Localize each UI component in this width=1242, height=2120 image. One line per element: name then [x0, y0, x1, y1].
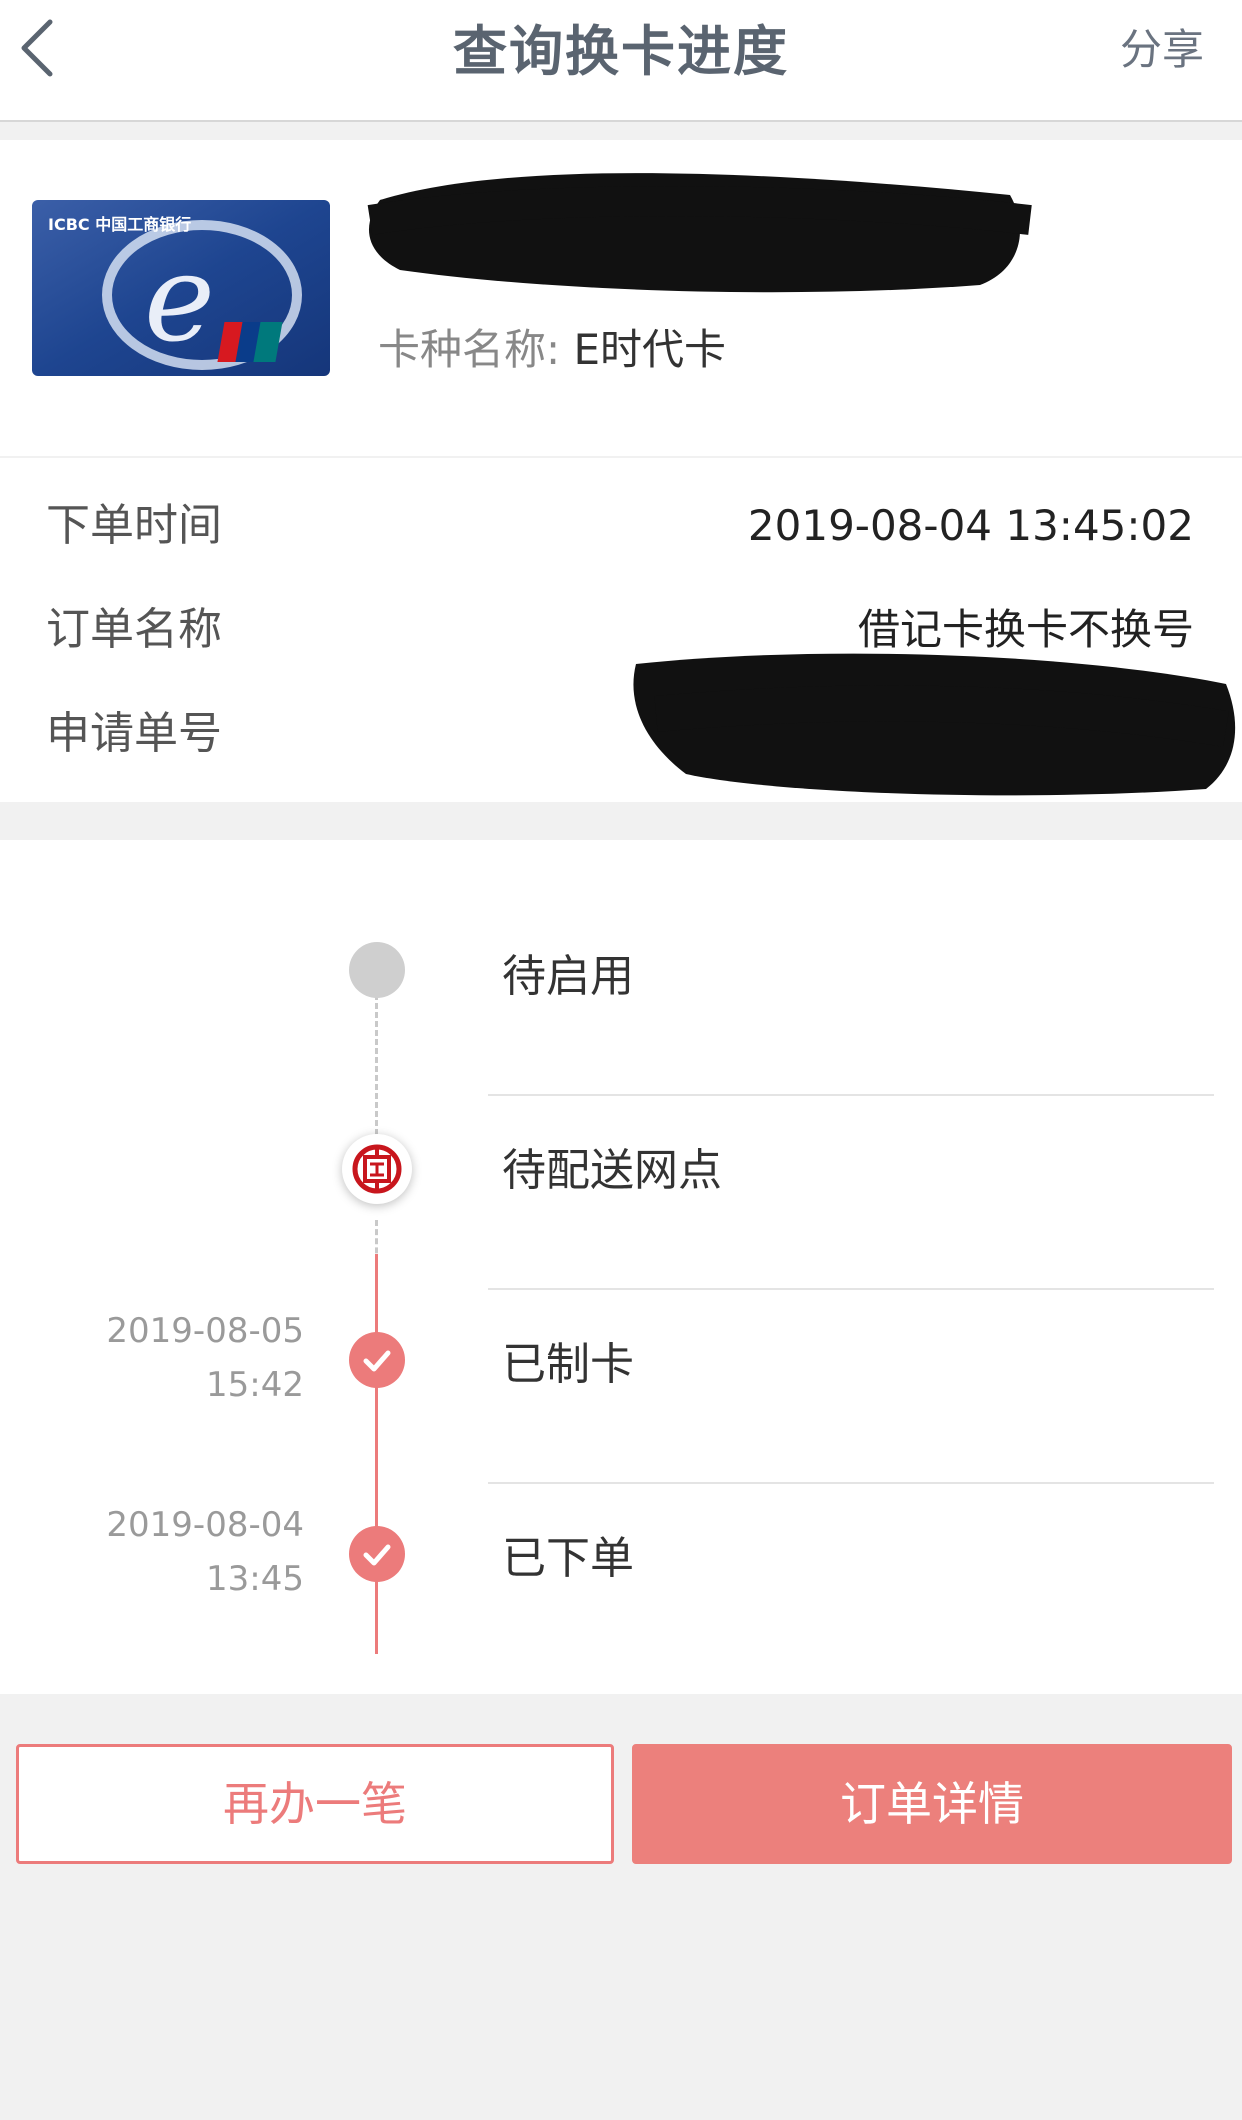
- check-icon: [349, 1526, 405, 1582]
- share-button[interactable]: 分享: [1120, 0, 1204, 100]
- nav-bar: 查询换卡进度 分享: [0, 0, 1242, 122]
- card-type-label: 卡种名称:: [378, 325, 561, 374]
- timeline-step: 待启用: [0, 940, 1242, 1140]
- gray-dot-icon: [349, 942, 405, 998]
- step-label: 待启用: [502, 951, 634, 1002]
- step-label: 已下单: [502, 1533, 634, 1584]
- step-time: 13:45: [206, 1559, 304, 1599]
- order-info: 下单时间 2019-08-04 13:45:02 订单名称 借记卡换卡不换号 申…: [0, 458, 1242, 802]
- step-date: 2019-08-04: [106, 1505, 304, 1545]
- order-name-value: 借记卡换卡不换号: [857, 605, 1194, 654]
- card-info: e ICBC 中国工商银行 卡号: 622202 0200023108802 卡…: [0, 140, 1242, 456]
- step-time: 15:42: [206, 1365, 304, 1405]
- step-label: 已制卡: [502, 1339, 634, 1390]
- application-no-label: 申请单号: [46, 708, 222, 759]
- step-divider: [488, 1288, 1214, 1290]
- order-detail-button[interactable]: 订单详情: [632, 1744, 1232, 1864]
- info-row-order-time: 下单时间 2019-08-04 13:45:02: [0, 486, 1242, 566]
- bank-card-image: e ICBC 中国工商银行: [32, 200, 330, 376]
- card-type-value: E时代卡: [573, 325, 727, 374]
- info-row-order-name: 订单名称 借记卡换卡不换号: [0, 590, 1242, 670]
- icbc-logo-icon: [342, 1134, 412, 1204]
- progress-timeline: 待启用 待配送网点 2019-08-05 15:42 已制卡 2019-08-0…: [0, 840, 1242, 1694]
- step-date: 2019-08-05: [106, 1311, 304, 1351]
- order-name-label: 订单名称: [46, 604, 222, 655]
- order-time-value: 2019-08-04 13:45:02: [747, 501, 1194, 550]
- svg-text:ICBC 中国工商银行: ICBC 中国工商银行: [48, 215, 191, 234]
- card-number-value: 622202 0200023108802: [489, 217, 1011, 266]
- card-number-label: 卡号:: [378, 217, 477, 266]
- card-type: 卡种名称: E时代卡: [378, 316, 726, 377]
- application-no-value: 190804020019780295​68: [659, 709, 1194, 758]
- card-number: 卡号: 622202 0200023108802: [378, 208, 1011, 269]
- svg-text:e: e: [144, 230, 215, 369]
- step-label: 待配送网点: [502, 1145, 722, 1196]
- timeline-step: 2019-08-04 13:45 已下单: [0, 1505, 1242, 1722]
- step-divider: [488, 1482, 1214, 1484]
- check-icon: [349, 1332, 405, 1388]
- info-row-application-no: 申请单号 190804020019780295​68: [0, 694, 1242, 774]
- apply-again-button[interactable]: 再办一笔: [16, 1744, 614, 1864]
- page-title: 查询换卡进度: [453, 20, 789, 83]
- order-time-label: 下单时间: [46, 500, 222, 551]
- step-divider: [488, 1094, 1214, 1096]
